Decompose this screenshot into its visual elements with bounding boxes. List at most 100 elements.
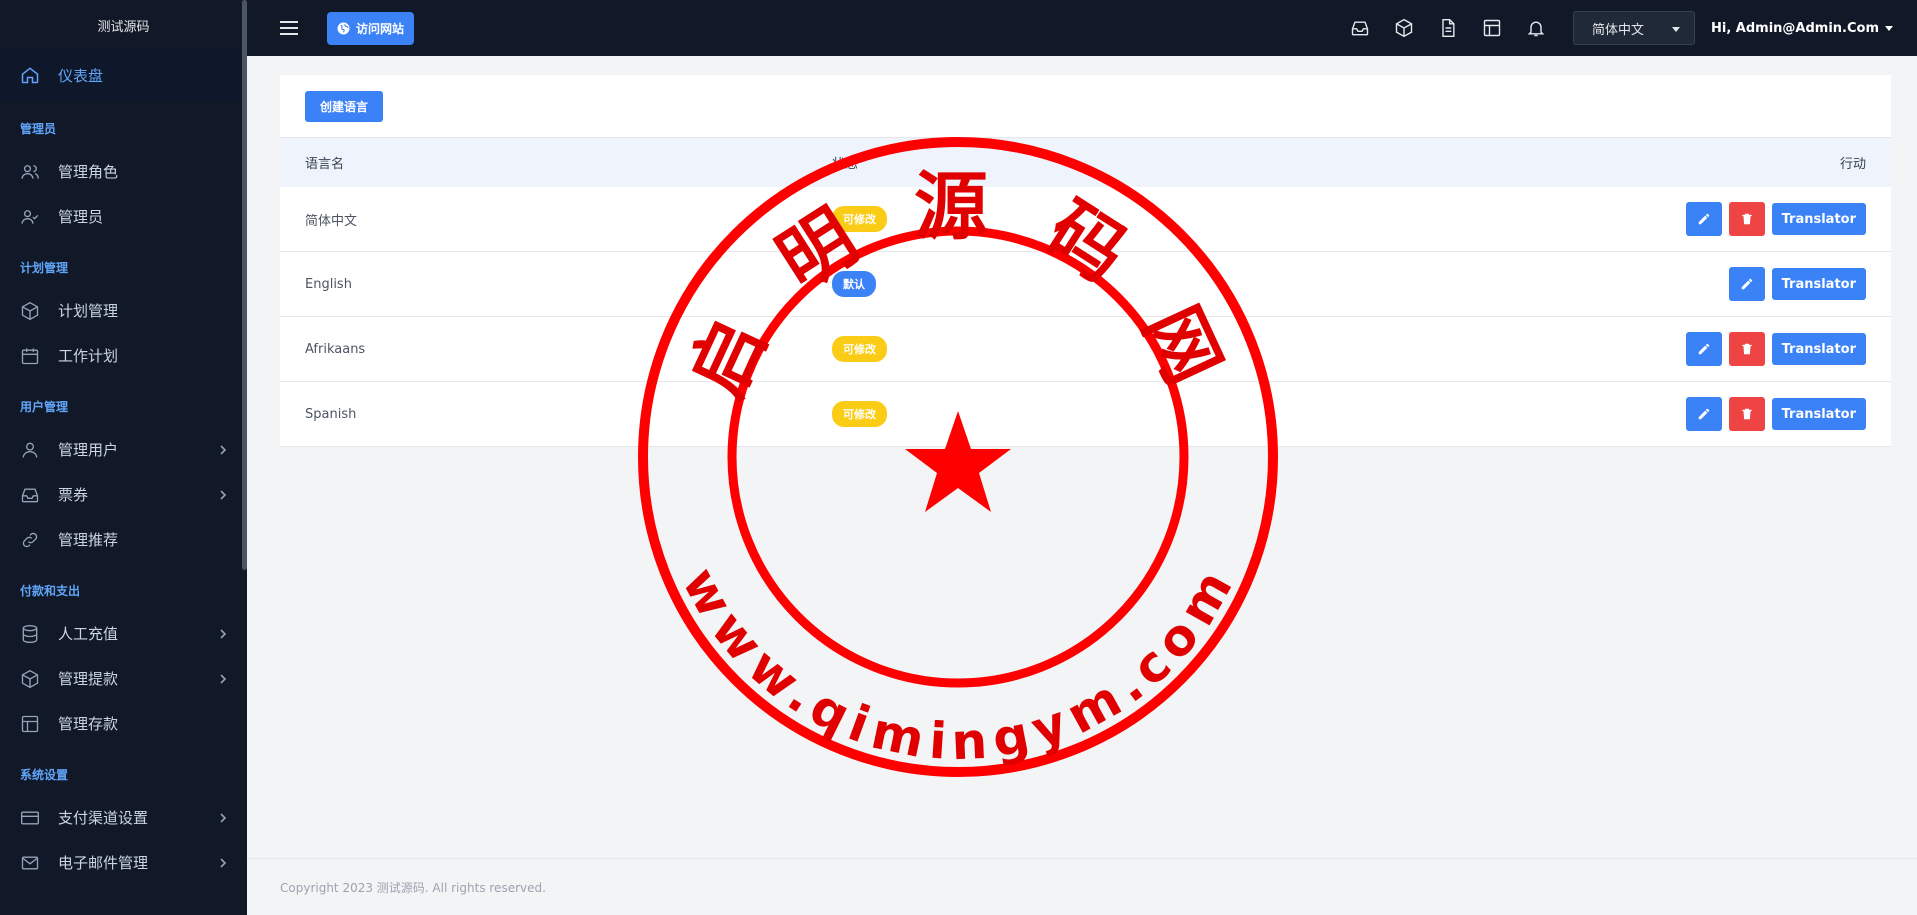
users-icon	[20, 162, 40, 182]
caret-down-icon	[1671, 27, 1680, 32]
copyright-text: Copyright 2023 测试源码. All rights reserved…	[280, 880, 546, 895]
trash-icon	[1741, 408, 1752, 420]
inbox-icon	[20, 485, 40, 505]
sidebar-section-plan: 计划管理	[20, 261, 69, 275]
sidebar-item-manage-withdrawals[interactable]: 管理提款	[0, 656, 247, 701]
sidebar-item-label: 计划管理	[58, 302, 119, 320]
sidebar-item-label: 仪表盘	[58, 66, 104, 85]
row-actions: Translator	[1728, 267, 1866, 301]
sidebar-item-manage-roles[interactable]: 管理角色	[0, 149, 247, 194]
status-badge: 可修改	[832, 336, 887, 362]
status-cell: 可修改	[832, 336, 1686, 362]
sidebar-item-label: 票券	[58, 486, 89, 504]
status-badge: 可修改	[832, 401, 887, 427]
language-select-value: 简体中文	[1591, 22, 1644, 38]
visit-website-button[interactable]: 访问网站	[327, 11, 415, 45]
create-language-button[interactable]: 创建语言	[305, 90, 384, 122]
table-body: 简体中文 可修改 Translator English 默认 Translato…	[280, 187, 1891, 447]
topbar: 访问网站 简体中文 Hi, Admin@Admin.Com	[247, 0, 1917, 56]
chevron-right-icon	[220, 812, 227, 823]
sidebar-item-manage-referrals[interactable]: 管理推荐	[0, 517, 247, 562]
translator-button[interactable]: Translator	[1771, 398, 1866, 430]
translator-button[interactable]: Translator	[1771, 333, 1866, 365]
sidebar-section-admin: 管理员	[20, 122, 57, 136]
brand-name: 测试源码	[97, 19, 150, 35]
trash-icon	[1741, 343, 1752, 355]
row-actions: Translator	[1685, 397, 1866, 431]
language-name: 简体中文	[305, 213, 358, 229]
language-name: Afrikaans	[305, 341, 366, 357]
inbox-icon[interactable]	[1349, 17, 1371, 39]
sidebar-item-dashboard[interactable]: 仪表盘	[0, 50, 247, 100]
edit-button[interactable]	[1685, 202, 1722, 236]
sidebar-item-plan-manage[interactable]: 计划管理	[0, 288, 247, 333]
translator-button[interactable]: Translator	[1771, 268, 1866, 300]
pencil-icon	[1698, 213, 1709, 225]
sidebar-section-user: 用户管理	[20, 400, 69, 414]
table-row: Spanish 可修改 Translator	[280, 382, 1891, 447]
sidebar-item-manage-deposits[interactable]: 管理存款	[0, 701, 247, 746]
table-row: Afrikaans 可修改 Translator	[280, 317, 1891, 382]
sidebar-item-label: 管理推荐	[58, 531, 119, 549]
sidebar-scrollbar[interactable]	[242, 0, 247, 570]
language-select[interactable]: 简体中文	[1572, 11, 1695, 45]
topbar-actions: 简体中文 Hi, Admin@Admin.Com	[1349, 0, 1893, 56]
pencil-icon	[1698, 408, 1709, 420]
user-icon	[20, 440, 40, 460]
translator-button[interactable]: Translator	[1771, 203, 1866, 235]
sidebar-item-tickets[interactable]: 票券	[0, 472, 247, 517]
link-icon	[20, 530, 40, 550]
sidebar-item-email-manage[interactable]: 电子邮件管理	[0, 840, 247, 885]
chevron-right-icon	[220, 857, 227, 868]
delete-button[interactable]	[1728, 397, 1765, 431]
sidebar-item-manual-recharge[interactable]: 人工充值	[0, 611, 247, 656]
menu-icon[interactable]	[277, 16, 301, 40]
sidebar-item-manage-users[interactable]: 管理用户	[0, 427, 247, 472]
home-icon	[20, 65, 40, 85]
chevron-right-icon	[220, 444, 227, 455]
database-icon	[20, 624, 40, 644]
edit-button[interactable]	[1728, 267, 1765, 301]
chevron-right-icon	[220, 628, 227, 639]
user-check-icon	[20, 207, 40, 227]
user-menu[interactable]: Hi, Admin@Admin.Com	[1711, 21, 1893, 36]
status-cell: 可修改	[832, 401, 1686, 427]
sidebar-section-system: 系统设置	[20, 768, 69, 782]
cube-icon	[20, 301, 40, 321]
table-icon[interactable]	[1481, 17, 1503, 39]
calendar-icon	[20, 346, 40, 366]
card-header: 创建语言	[280, 75, 1891, 137]
status-cell: 默认	[832, 271, 1729, 297]
chevron-right-icon	[220, 489, 227, 500]
status-cell: 可修改	[832, 206, 1686, 232]
svg-text:www.qimingym.com: www.qimingym.com	[671, 558, 1245, 771]
status-badge: 可修改	[832, 206, 887, 232]
table-icon	[20, 714, 40, 734]
row-actions: Translator	[1685, 332, 1866, 366]
table-row: English 默认 Translator	[280, 252, 1891, 317]
bell-icon[interactable]	[1525, 17, 1547, 39]
caret-down-icon	[1885, 25, 1893, 31]
row-actions: Translator	[1685, 202, 1866, 236]
status-badge: 默认	[832, 271, 876, 297]
language-table-card: 创建语言 语言名 状态 行动 简体中文 可修改 Translator Engli…	[280, 75, 1891, 447]
mail-icon	[20, 853, 40, 873]
sidebar: 测试源码 仪表盘 管理员 管理角色 管理员 计划管理 计划管理 工作计划 用户管…	[0, 0, 247, 915]
edit-button[interactable]	[1685, 397, 1722, 431]
delete-button[interactable]	[1728, 332, 1765, 366]
column-header-status: 状态	[832, 157, 859, 172]
table-row: 简体中文 可修改 Translator	[280, 187, 1891, 252]
sidebar-section-payment: 付款和支出	[20, 584, 81, 598]
sidebar-item-label: 工作计划	[58, 347, 119, 365]
watermark-bottom-text: www.qimingym.com	[671, 558, 1242, 771]
cube-icon	[20, 669, 40, 689]
sidebar-item-label: 管理提款	[58, 670, 119, 688]
document-icon[interactable]	[1437, 17, 1459, 39]
pencil-icon	[1741, 278, 1752, 290]
cube-icon[interactable]	[1393, 17, 1415, 39]
sidebar-item-payment-channel[interactable]: 支付渠道设置	[0, 795, 247, 840]
sidebar-item-admins[interactable]: 管理员	[0, 194, 247, 239]
delete-button[interactable]	[1728, 202, 1765, 236]
sidebar-item-work-plan[interactable]: 工作计划	[0, 333, 247, 378]
edit-button[interactable]	[1685, 332, 1722, 366]
